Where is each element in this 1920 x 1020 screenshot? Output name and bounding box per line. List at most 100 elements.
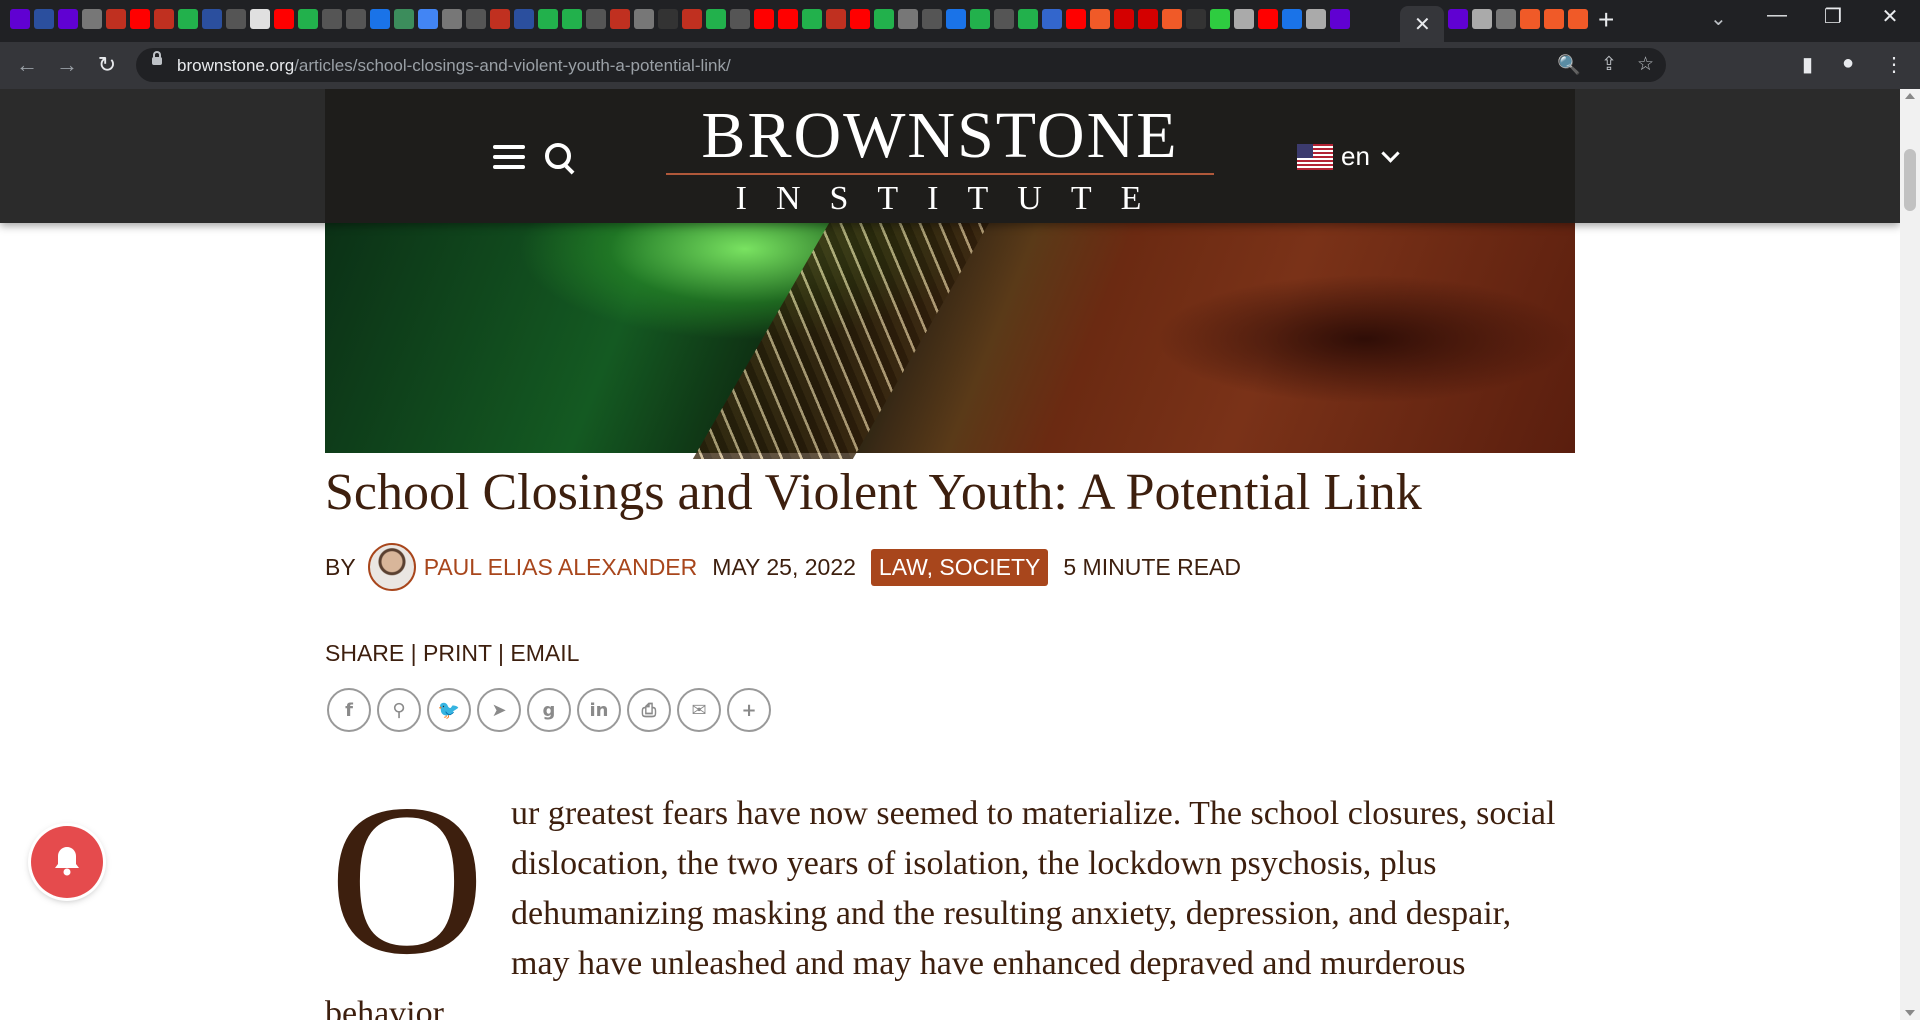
tab-favicon[interactable] bbox=[1306, 9, 1326, 29]
linkedin-icon[interactable]: in bbox=[577, 688, 621, 732]
scroll-up-arrow-icon[interactable] bbox=[1905, 93, 1915, 99]
tab-favicon[interactable] bbox=[466, 9, 486, 29]
tab-favicon[interactable] bbox=[922, 9, 942, 29]
tab-favicon[interactable] bbox=[538, 9, 558, 29]
tab-favicon[interactable] bbox=[1162, 9, 1182, 29]
tab-favicon[interactable] bbox=[730, 9, 750, 29]
lock-icon[interactable] bbox=[152, 51, 162, 65]
tab-favicon[interactable] bbox=[1042, 9, 1062, 29]
scroll-thumb[interactable] bbox=[1904, 149, 1916, 211]
tab-favicon[interactable] bbox=[610, 9, 630, 29]
tab-favicon[interactable] bbox=[1448, 9, 1468, 29]
tab-favicon[interactable] bbox=[586, 9, 606, 29]
tab-favicon[interactable] bbox=[514, 9, 534, 29]
tab-favicon[interactable] bbox=[106, 9, 126, 29]
tab-favicon[interactable] bbox=[34, 9, 54, 29]
tab-favicon[interactable] bbox=[298, 9, 318, 29]
tab-favicon[interactable] bbox=[634, 9, 654, 29]
gettr-icon[interactable]: ⚲ bbox=[377, 688, 421, 732]
zoom-icon[interactable]: 🔍 bbox=[1557, 53, 1581, 77]
tab-favicon[interactable] bbox=[130, 9, 150, 29]
url-text[interactable]: brownstone.org/articles/school-closings-… bbox=[177, 56, 731, 76]
tab-favicon[interactable] bbox=[394, 9, 414, 29]
author-avatar[interactable] bbox=[367, 543, 416, 591]
tab-favicon[interactable] bbox=[826, 9, 846, 29]
tab-favicon[interactable] bbox=[418, 9, 438, 29]
back-button[interactable]: ← bbox=[13, 51, 41, 79]
tab-favicon[interactable] bbox=[1282, 9, 1302, 29]
tab-favicon[interactable] bbox=[778, 9, 798, 29]
new-tab-button[interactable]: + bbox=[1598, 6, 1614, 34]
more-icon[interactable]: + bbox=[727, 688, 771, 732]
tab-favicon[interactable] bbox=[1520, 9, 1540, 29]
tab-favicon[interactable] bbox=[1258, 9, 1278, 29]
hamburger-menu-icon[interactable] bbox=[493, 145, 525, 169]
tab-favicon[interactable] bbox=[1234, 9, 1254, 29]
tab-favicon[interactable] bbox=[658, 9, 678, 29]
active-tab[interactable]: ✕ bbox=[1400, 6, 1444, 42]
bookmark-star-icon[interactable]: ☆ bbox=[1637, 53, 1654, 77]
share-link[interactable]: SHARE bbox=[325, 640, 404, 666]
tab-favicon[interactable] bbox=[154, 9, 174, 29]
tab-favicon[interactable] bbox=[370, 9, 390, 29]
tab-favicon[interactable] bbox=[850, 9, 870, 29]
tab-favicon[interactable] bbox=[802, 9, 822, 29]
browser-menu-icon[interactable]: ⋮ bbox=[1884, 52, 1904, 77]
reload-button[interactable]: ↻ bbox=[93, 51, 121, 79]
tab-favicon[interactable] bbox=[250, 9, 270, 29]
notification-bell-button[interactable] bbox=[31, 826, 103, 898]
tab-favicon[interactable] bbox=[1496, 9, 1516, 29]
tab-favicon[interactable] bbox=[1544, 9, 1564, 29]
tab-favicon[interactable] bbox=[274, 9, 294, 29]
tab-favicon[interactable] bbox=[490, 9, 510, 29]
tab-favicon[interactable] bbox=[994, 9, 1014, 29]
author-link[interactable]: PAUL ELIAS ALEXANDER bbox=[424, 554, 698, 581]
tab-favicon[interactable] bbox=[706, 9, 726, 29]
restore-button[interactable]: ❐ bbox=[1813, 4, 1853, 29]
tab-search-chevron-icon[interactable]: ⌄ bbox=[1710, 6, 1727, 31]
tab-favicon[interactable] bbox=[226, 9, 246, 29]
tab-favicon[interactable] bbox=[10, 9, 30, 29]
tab-favicon[interactable] bbox=[178, 9, 198, 29]
tab-favicon[interactable] bbox=[202, 9, 222, 29]
tab-favicon[interactable] bbox=[346, 9, 366, 29]
tab-favicon[interactable] bbox=[82, 9, 102, 29]
print-link[interactable]: PRINT bbox=[423, 640, 492, 666]
tab-favicon[interactable] bbox=[1330, 9, 1350, 29]
gab-icon[interactable]: g bbox=[527, 688, 571, 732]
profile-icon[interactable]: ● bbox=[1842, 52, 1854, 75]
twitter-icon[interactable]: 🐦 bbox=[427, 688, 471, 732]
search-icon[interactable] bbox=[545, 143, 571, 169]
tab-favicon[interactable] bbox=[1210, 9, 1230, 29]
tab-favicon[interactable] bbox=[1066, 9, 1086, 29]
tab-favicon[interactable] bbox=[946, 9, 966, 29]
close-tab-icon[interactable]: ✕ bbox=[1414, 12, 1431, 37]
category-tags[interactable]: LAW, SOCIETY bbox=[870, 548, 1049, 586]
tab-favicon[interactable] bbox=[1186, 9, 1206, 29]
tab-favicon[interactable] bbox=[970, 9, 990, 29]
minimize-button[interactable]: — bbox=[1757, 4, 1797, 27]
tab-favicon[interactable] bbox=[682, 9, 702, 29]
telegram-icon[interactable]: ➤ bbox=[477, 688, 521, 732]
site-logo[interactable]: BROWNSTONE INSTITUTE bbox=[660, 103, 1220, 217]
tab-favicon[interactable] bbox=[58, 9, 78, 29]
share-icon[interactable]: ⇪ bbox=[1601, 53, 1617, 77]
tab-favicon[interactable] bbox=[1018, 9, 1038, 29]
tab-favicon[interactable] bbox=[754, 9, 774, 29]
tab-favicon[interactable] bbox=[874, 9, 894, 29]
tab-favicon[interactable] bbox=[1472, 9, 1492, 29]
tab-favicon[interactable] bbox=[1114, 9, 1134, 29]
tab-favicon[interactable] bbox=[442, 9, 462, 29]
facebook-icon[interactable]: f bbox=[327, 688, 371, 732]
tab-favicon[interactable] bbox=[898, 9, 918, 29]
tab-favicon[interactable] bbox=[1568, 9, 1588, 29]
page-scrollbar[interactable] bbox=[1900, 89, 1920, 1020]
address-bar[interactable]: brownstone.org/articles/school-closings-… bbox=[136, 48, 1666, 82]
print-icon[interactable]: ⎙ bbox=[627, 688, 671, 732]
side-panel-icon[interactable]: ▮ bbox=[1802, 52, 1813, 77]
tab-favicon[interactable] bbox=[322, 9, 342, 29]
email-link[interactable]: EMAIL bbox=[510, 640, 579, 666]
tab-favicon[interactable] bbox=[1138, 9, 1158, 29]
language-selector[interactable]: en bbox=[1297, 141, 1400, 172]
tab-favicon[interactable] bbox=[562, 9, 582, 29]
